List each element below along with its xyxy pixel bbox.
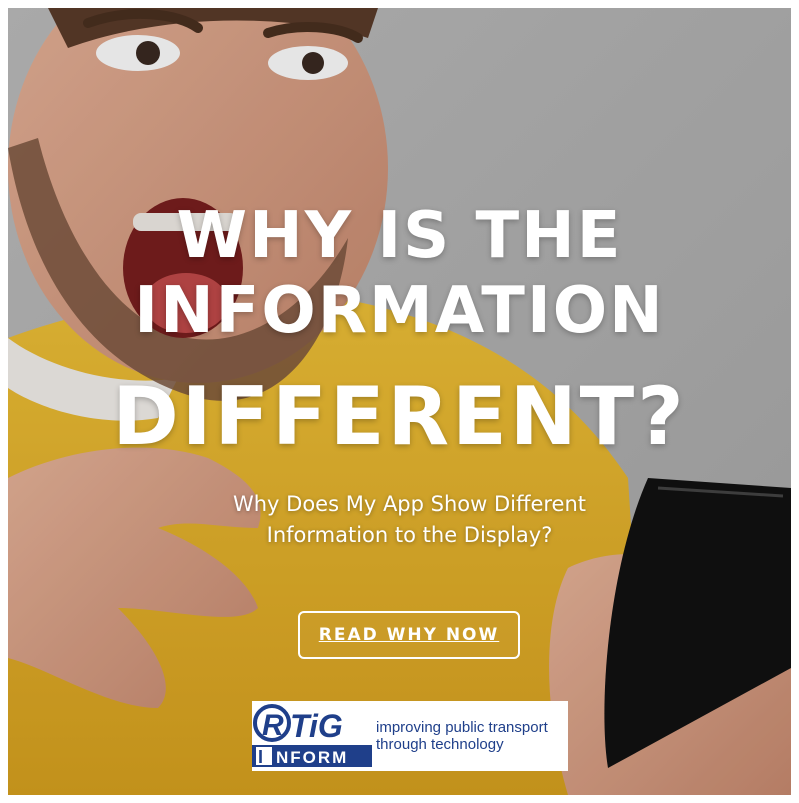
headline-line-2: INFORMATION bbox=[134, 274, 665, 348]
headline-line-1: WHY IS THE bbox=[176, 199, 623, 273]
svg-text:TiG: TiG bbox=[290, 708, 343, 744]
logo-tagline-line-2: through technology bbox=[376, 736, 504, 753]
rtig-logo-icon: R TiG I NFORM bbox=[252, 701, 372, 771]
headline-line-3: DIFFERENT? bbox=[112, 370, 687, 463]
read-why-now-label: READ WHY NOW bbox=[318, 625, 500, 645]
rtig-inform-logo: R TiG I NFORM improving public transport… bbox=[252, 701, 568, 771]
subtitle-line-2: Information to the Display? bbox=[266, 523, 553, 547]
logo-tagline-line-1: improving public transport bbox=[376, 719, 548, 736]
svg-text:NFORM: NFORM bbox=[276, 748, 348, 767]
svg-text:R: R bbox=[262, 709, 284, 742]
svg-text:I: I bbox=[258, 747, 263, 767]
read-why-now-button[interactable]: READ WHY NOW bbox=[298, 611, 520, 659]
hero-image: WHY IS THE INFORMATION DIFFERENT? Why Do… bbox=[8, 8, 791, 795]
subtitle-line-1: Why Does My App Show Different bbox=[232, 492, 587, 516]
